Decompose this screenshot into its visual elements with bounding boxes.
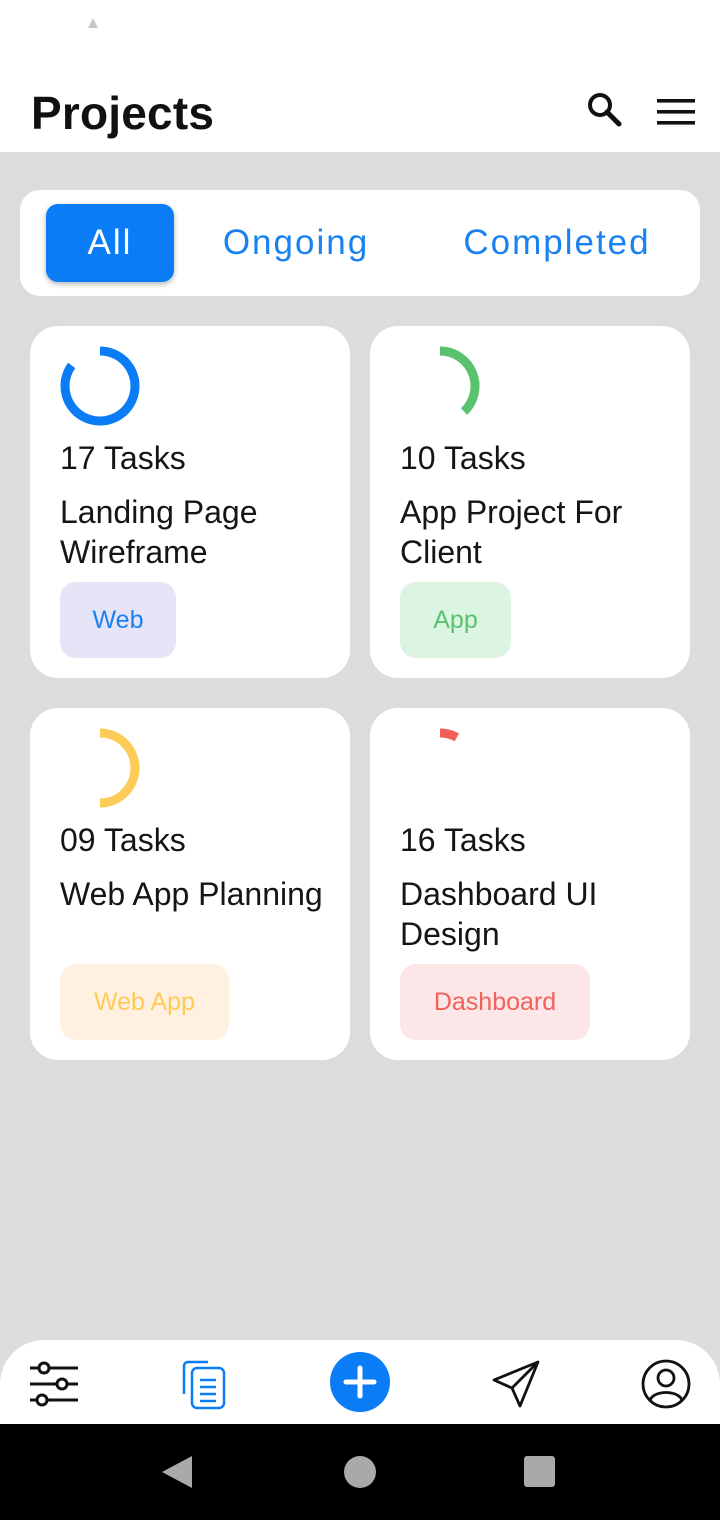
- project-tag: App: [400, 582, 511, 658]
- project-name: Web App Planning: [60, 876, 323, 912]
- back-icon[interactable]: [162, 1456, 192, 1488]
- project-name: Landing Page Wireframe: [60, 494, 258, 570]
- project-card[interactable]: 10 Tasks App Project For Client App: [370, 326, 690, 678]
- nav-documents-button[interactable]: [178, 1358, 230, 1410]
- project-tag: Dashboard: [400, 964, 590, 1040]
- sliders-icon: [30, 1361, 78, 1407]
- project-card[interactable]: 09 Tasks Web App Planning Web App: [30, 708, 350, 1060]
- progress-arc: [60, 346, 140, 426]
- project-tag: Web App: [60, 964, 229, 1040]
- status-bar: [0, 0, 720, 56]
- header: Projects: [0, 56, 720, 152]
- nav-send-button[interactable]: [490, 1358, 542, 1410]
- signal-indicator-icon: [88, 18, 98, 28]
- progress-arc: [99, 728, 140, 808]
- tab-ongoing[interactable]: Ongoing: [196, 204, 396, 282]
- task-count: 17 Tasks: [60, 440, 186, 476]
- add-project-button[interactable]: [330, 1352, 390, 1412]
- system-navigation-bar: [0, 1424, 720, 1520]
- menu-button[interactable]: [654, 96, 698, 128]
- search-button[interactable]: [584, 90, 624, 130]
- page-title: Projects: [31, 87, 215, 139]
- task-count: 09 Tasks: [60, 822, 186, 858]
- documents-icon: [182, 1360, 226, 1410]
- project-tag: Web: [60, 582, 176, 658]
- search-icon: [588, 93, 622, 127]
- tab-all[interactable]: All: [46, 204, 174, 282]
- project-card[interactable]: 17 Tasks Landing Page Wireframe Web: [30, 326, 350, 678]
- profile-icon: [641, 1359, 691, 1409]
- hamburger-menu-icon: [657, 99, 695, 125]
- progress-arc: [439, 728, 460, 742]
- task-count: 10 Tasks: [400, 440, 526, 476]
- nav-profile-button[interactable]: [640, 1358, 692, 1410]
- progress-ring: [439, 346, 480, 415]
- progress-ring: [99, 728, 140, 808]
- recents-icon[interactable]: [524, 1456, 555, 1487]
- send-icon: [492, 1360, 540, 1408]
- project-name: App Project For Client: [400, 494, 623, 570]
- filter-tabs: All Ongoing Completed: [20, 190, 700, 296]
- project-card[interactable]: 16 Tasks Dashboard UI Design Dashboard: [370, 708, 690, 1060]
- progress-ring: [439, 728, 460, 742]
- projects-screen: Projects All Ongoing Completed 17 Tasks …: [0, 0, 720, 1520]
- home-icon[interactable]: [344, 1456, 376, 1488]
- progress-ring: [60, 346, 140, 426]
- progress-arc: [439, 346, 480, 415]
- task-count: 16 Tasks: [400, 822, 526, 858]
- nav-filters-button[interactable]: [28, 1358, 80, 1410]
- bottom-navigation: [0, 1340, 720, 1424]
- plus-icon: [343, 1365, 377, 1399]
- tab-completed[interactable]: Completed: [430, 204, 684, 282]
- project-name: Dashboard UI Design: [400, 876, 598, 952]
